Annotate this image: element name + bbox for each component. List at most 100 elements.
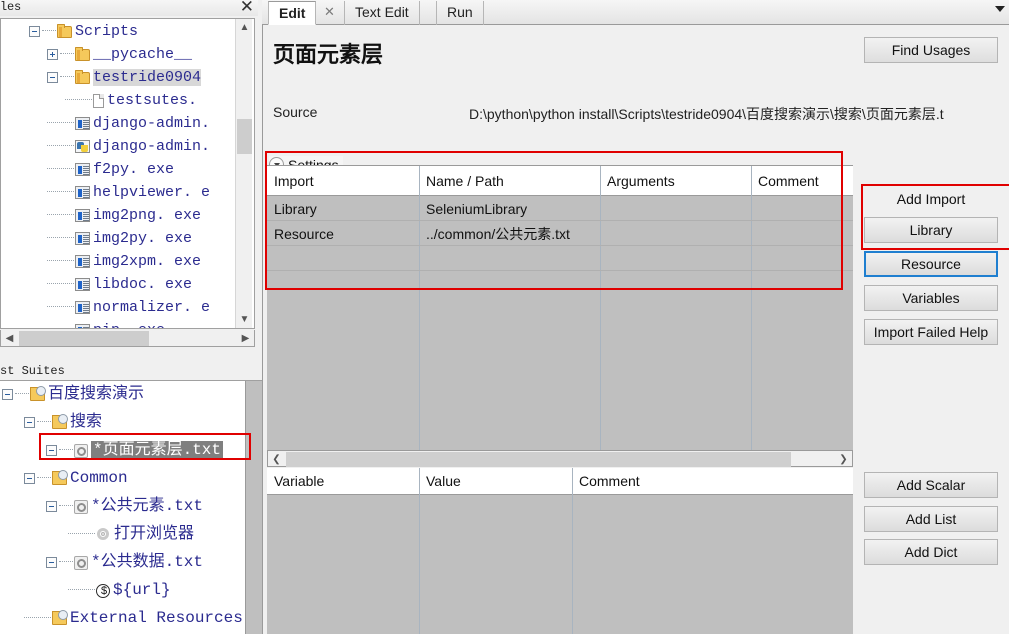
chevron-left-icon[interactable]: ❮ [268, 451, 285, 468]
import-table-cell[interactable] [267, 246, 419, 272]
tree-item[interactable]: libdoc. exe [47, 274, 192, 295]
import-table-cell[interactable] [751, 371, 853, 397]
import-column-header[interactable]: Arguments [600, 168, 751, 194]
chevron-right-icon[interactable]: ❯ [835, 451, 852, 468]
find-usages-button[interactable]: Find Usages [864, 37, 998, 63]
import-table-cell[interactable]: Library [267, 196, 419, 222]
import-table-cell[interactable] [600, 396, 751, 422]
import-table-cell[interactable]: SeleniumLibrary [419, 196, 600, 222]
variable-table-cell[interactable] [267, 595, 419, 621]
import-table-cell[interactable] [600, 371, 751, 397]
import-table-cell[interactable] [751, 296, 853, 322]
import-table-cell[interactable] [600, 196, 751, 222]
import-column-header[interactable]: Name / Path [419, 168, 600, 194]
test-suites-tree[interactable]: 百度搜索演示 搜索 *页面元素层.txt Common *公共元素.txt 打开浏览器 *公… [0, 380, 262, 634]
tree-item[interactable]: *页面元素层.txt [46, 440, 224, 461]
tree-item[interactable]: testsutes. [65, 90, 197, 111]
import-settings-table[interactable]: Import Name / Path Arguments Comment Library… [267, 165, 853, 451]
scroll-down-icon[interactable]: ▼ [236, 311, 253, 328]
tree-item[interactable]: *公共数据.txt [46, 552, 203, 573]
import-table-cell[interactable]: ../common/公共元素.txt [419, 221, 600, 247]
variable-column-header[interactable]: Variable [267, 468, 419, 494]
collapse-icon[interactable] [24, 473, 35, 484]
scroll-right-icon[interactable]: ▶ [237, 330, 254, 347]
variable-column-header[interactable]: Value [419, 468, 572, 494]
tab-edit[interactable]: Edit [268, 1, 317, 25]
add-resource-button[interactable]: Resource [864, 251, 998, 277]
variable-table-cell[interactable] [419, 620, 572, 634]
import-table-cell[interactable] [267, 371, 419, 397]
import-failed-help-button[interactable]: Import Failed Help [864, 319, 998, 345]
collapse-icon[interactable] [24, 417, 35, 428]
variable-table-cell[interactable] [419, 595, 572, 621]
collapse-icon[interactable] [46, 501, 57, 512]
collapse-icon[interactable] [46, 557, 57, 568]
variable-table-cell[interactable] [572, 495, 853, 521]
tree-item[interactable]: django-admin. [47, 113, 210, 134]
variable-column-header[interactable]: Comment [572, 468, 853, 494]
variable-table-cell[interactable] [572, 570, 853, 596]
import-table-cell[interactable] [419, 246, 600, 272]
add-variables-button[interactable]: Variables [864, 285, 998, 311]
variable-table-cell[interactable] [419, 495, 572, 521]
import-table-cell[interactable] [600, 346, 751, 372]
import-table-cell[interactable] [600, 321, 751, 347]
tree-item[interactable]: pip. exe [47, 320, 165, 328]
variable-table-cell[interactable] [572, 595, 853, 621]
import-table-cell[interactable] [267, 346, 419, 372]
tree-item[interactable]: f2py. exe [47, 159, 174, 180]
import-table-cell[interactable] [751, 271, 853, 297]
import-table-cell[interactable] [267, 296, 419, 322]
import-table-cell[interactable] [600, 271, 751, 297]
import-table-cell[interactable]: Resource [267, 221, 419, 247]
import-table-cell[interactable] [751, 321, 853, 347]
add-library-button[interactable]: Library [864, 217, 998, 243]
tree-item[interactable]: img2png. exe [47, 205, 201, 226]
tree-item[interactable]: django-admin. [47, 136, 210, 157]
import-table-cell[interactable] [419, 321, 600, 347]
tree-item[interactable]: normalizer. e [47, 297, 210, 318]
chevron-down-icon[interactable] [995, 6, 1005, 12]
scrollbar-thumb[interactable] [237, 119, 252, 154]
import-table-cell[interactable] [267, 321, 419, 347]
import-table-cell[interactable] [419, 296, 600, 322]
import-table-cell[interactable] [751, 396, 853, 422]
scroll-left-icon[interactable]: ◀ [1, 330, 18, 347]
expand-icon[interactable] [47, 49, 58, 60]
variable-table-cell[interactable] [572, 545, 853, 571]
import-table-cell[interactable] [267, 396, 419, 422]
add-dict-button[interactable]: Add Dict [864, 539, 998, 565]
test-suites-vertical-scrollbar[interactable] [245, 381, 262, 634]
import-table-cell[interactable] [600, 296, 751, 322]
add-scalar-button[interactable]: Add Scalar [864, 472, 998, 498]
add-list-button[interactable]: Add List [864, 506, 998, 532]
tree-item[interactable]: img2xpm. exe [47, 251, 201, 272]
tree-item[interactable]: Scripts [29, 21, 138, 42]
collapse-icon[interactable] [29, 26, 40, 37]
variables-table[interactable]: Variable Value Comment [267, 468, 853, 634]
tree-item[interactable]: 打开浏览器 [68, 524, 194, 545]
collapse-icon[interactable] [2, 389, 13, 400]
import-table-cell[interactable] [751, 221, 853, 247]
tree-item[interactable]: img2py. exe [47, 228, 192, 249]
import-table-cell[interactable] [751, 346, 853, 372]
variable-table-cell[interactable] [572, 520, 853, 546]
tab-close-icon[interactable]: ✕ [324, 0, 335, 23]
import-table-cell[interactable] [600, 246, 751, 272]
import-column-header[interactable]: Import [267, 168, 419, 194]
close-icon[interactable]: ✕ [240, 0, 254, 16]
tree-item[interactable]: 搜索 [24, 412, 102, 433]
import-table-cell[interactable] [419, 346, 600, 372]
collapse-icon[interactable] [46, 445, 57, 456]
variable-table-cell[interactable] [267, 520, 419, 546]
variable-table-cell[interactable] [267, 570, 419, 596]
scroll-up-icon[interactable]: ▲ [236, 19, 253, 36]
tab-run[interactable]: Run [436, 1, 484, 25]
tree-item[interactable]: ${url} [68, 580, 171, 603]
tree-item[interactable]: *公共元素.txt [46, 496, 203, 517]
collapse-icon[interactable] [47, 72, 58, 83]
variable-table-cell[interactable] [267, 620, 419, 634]
tree-item[interactable]: __pycache__ [47, 44, 192, 65]
scrollbar-thumb[interactable] [19, 331, 149, 346]
tree-item[interactable]: External Resources [24, 608, 243, 629]
